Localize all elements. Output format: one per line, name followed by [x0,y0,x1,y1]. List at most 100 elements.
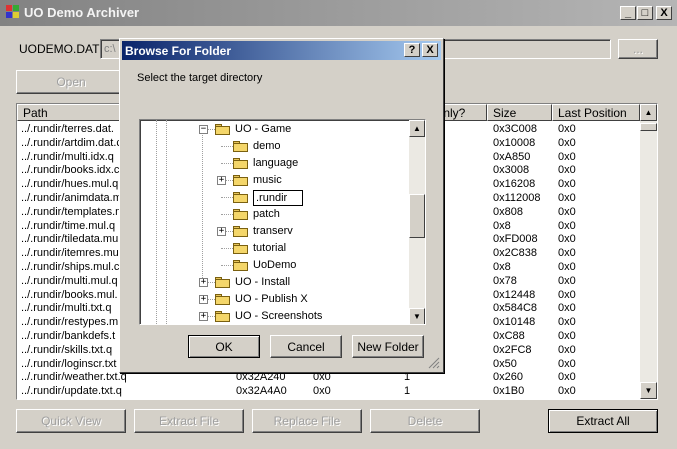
folder-icon-body [215,296,230,305]
row-last-position: 0x0 [558,357,576,370]
folder-icon [233,226,248,237]
list-scrollbar[interactable]: ▲ ▼ [640,104,657,399]
tree-scroll-down-button[interactable]: ▼ [409,308,425,324]
tree-item-label[interactable]: tutorial [253,242,286,254]
delete-button[interactable]: Delete [370,409,480,433]
folder-icon-body [233,262,248,271]
scroll-down-button[interactable]: ▼ [640,382,657,399]
row-count: 1 [404,371,411,384]
scroll-thumb[interactable] [640,123,657,131]
folder-icon [233,175,248,186]
row-size: 0x78 [493,274,517,287]
row-size: 0x2FC8 [493,343,532,356]
row-size: 0xA850 [493,150,531,163]
row-size: 0x50 [493,357,517,370]
row-last-position: 0x0 [558,192,576,204]
tree-expander-collapse-icon[interactable]: − [199,125,208,134]
extract-file-button[interactable]: Extract File [134,409,244,433]
row-size: 0x260 [493,371,523,384]
row-last-position: 0x0 [558,205,576,218]
extract-all-button[interactable]: Extract All [548,409,658,433]
resize-grip-icon[interactable] [428,357,440,369]
tree-guide-line [166,120,167,324]
browse-folder-dialog[interactable]: Browse For Folder ? X Select the target … [119,38,444,373]
tree-scrollbar[interactable]: ▲ ▼ [409,120,425,324]
row-last-position: 0x0 [558,150,576,163]
scroll-up-button[interactable]: ▲ [640,104,657,121]
tree-item-label[interactable]: language [253,157,298,169]
dialog-instruction: Select the target directory [137,72,263,84]
tree-item-label[interactable]: music [253,174,282,186]
tree-expander-expand-icon[interactable]: + [217,227,226,236]
row-size: 0xFD008 [493,233,538,246]
row-size: 0x10008 [493,136,536,149]
folder-icon [233,260,248,271]
tree-item-label[interactable]: UoDemo [253,259,296,271]
new-folder-button[interactable]: New Folder [352,335,424,358]
row-size: 0x2C838 [493,247,538,260]
window-title-bar[interactable]: UO Demo Archiver _ □ X [0,0,677,26]
tree-item-label[interactable]: UO - Publish X [235,293,308,305]
cancel-button[interactable]: Cancel [270,335,342,358]
folder-icon [233,141,248,152]
row-last-position: 0x0 [558,136,576,149]
folder-tree[interactable]: − UO - Game demo language + music .rundir patch… [139,119,426,325]
tree-item-label[interactable]: UO - Install [235,276,290,288]
dialog-title: Browse For Folder [125,44,232,58]
tree-guide-line [221,146,233,147]
open-button[interactable]: Open [16,70,126,94]
row-size: 0x8 [493,219,511,232]
row-size: 0x12448 [493,288,536,301]
row-last-position: 0x0 [558,302,576,315]
dialog-title-bar[interactable]: Browse For Folder ? X [122,41,441,60]
maximize-button[interactable]: □ [637,6,653,20]
tree-guide-line [156,120,157,324]
folder-icon [233,209,248,220]
help-icon: ? [408,43,416,56]
maximize-icon: □ [641,6,649,19]
row-last-position: 0x0 [558,178,576,191]
row-count: 1 [404,385,411,398]
tree-guide-line [221,197,233,198]
close-button[interactable]: X [656,6,672,20]
tree-item-label[interactable]: UO - Screenshots [235,310,322,322]
row-size: 0x3C008 [493,123,538,135]
folder-icon-body [233,245,248,254]
dialog-help-button[interactable]: ? [404,43,420,57]
minimize-button[interactable]: _ [620,6,636,20]
folder-icon-body [233,160,248,169]
row-last-position: 0x0 [558,219,576,232]
dialog-close-button[interactable]: X [422,43,438,57]
replace-file-button[interactable]: Replace File [252,409,362,433]
folder-icon [233,192,248,203]
tree-item-label[interactable]: demo [253,140,281,152]
column-header-last-position[interactable]: Last Position [552,104,640,121]
column-header-size[interactable]: Size [487,104,552,121]
tree-expander-expand-icon[interactable]: + [199,278,208,287]
browse-button[interactable]: ... [618,39,658,59]
row-last-position: 0x0 [558,274,576,287]
tree-item-label[interactable]: patch [253,208,280,220]
quick-view-button[interactable]: Quick View [16,409,126,433]
folder-icon [215,124,230,135]
tree-guide-line [221,214,233,215]
folder-icon-body [215,126,230,135]
row-last-position: 0x0 [558,385,576,398]
tree-item-label[interactable]: UO - Game [235,123,291,135]
tree-expander-expand-icon[interactable]: + [199,295,208,304]
minimize-icon: _ [624,6,632,19]
tree-item-label[interactable]: transerv [253,225,293,237]
tree-expander-expand-icon[interactable]: + [217,176,226,185]
tree-scroll-thumb[interactable] [409,194,425,238]
folder-icon-body [215,279,230,288]
row-last-position: 0x0 [558,288,576,301]
tree-guide-line [202,130,203,280]
tree-item-rename-input[interactable]: .rundir [253,190,303,206]
tree-scroll-up-button[interactable]: ▲ [409,120,425,137]
ok-button[interactable]: OK [188,335,260,358]
tree-expander-expand-icon[interactable]: + [199,312,208,321]
folder-icon [233,158,248,169]
row-flag: 0x0 [313,371,331,384]
row-last-position: 0x0 [558,261,576,273]
window-title: UO Demo Archiver [24,5,140,20]
